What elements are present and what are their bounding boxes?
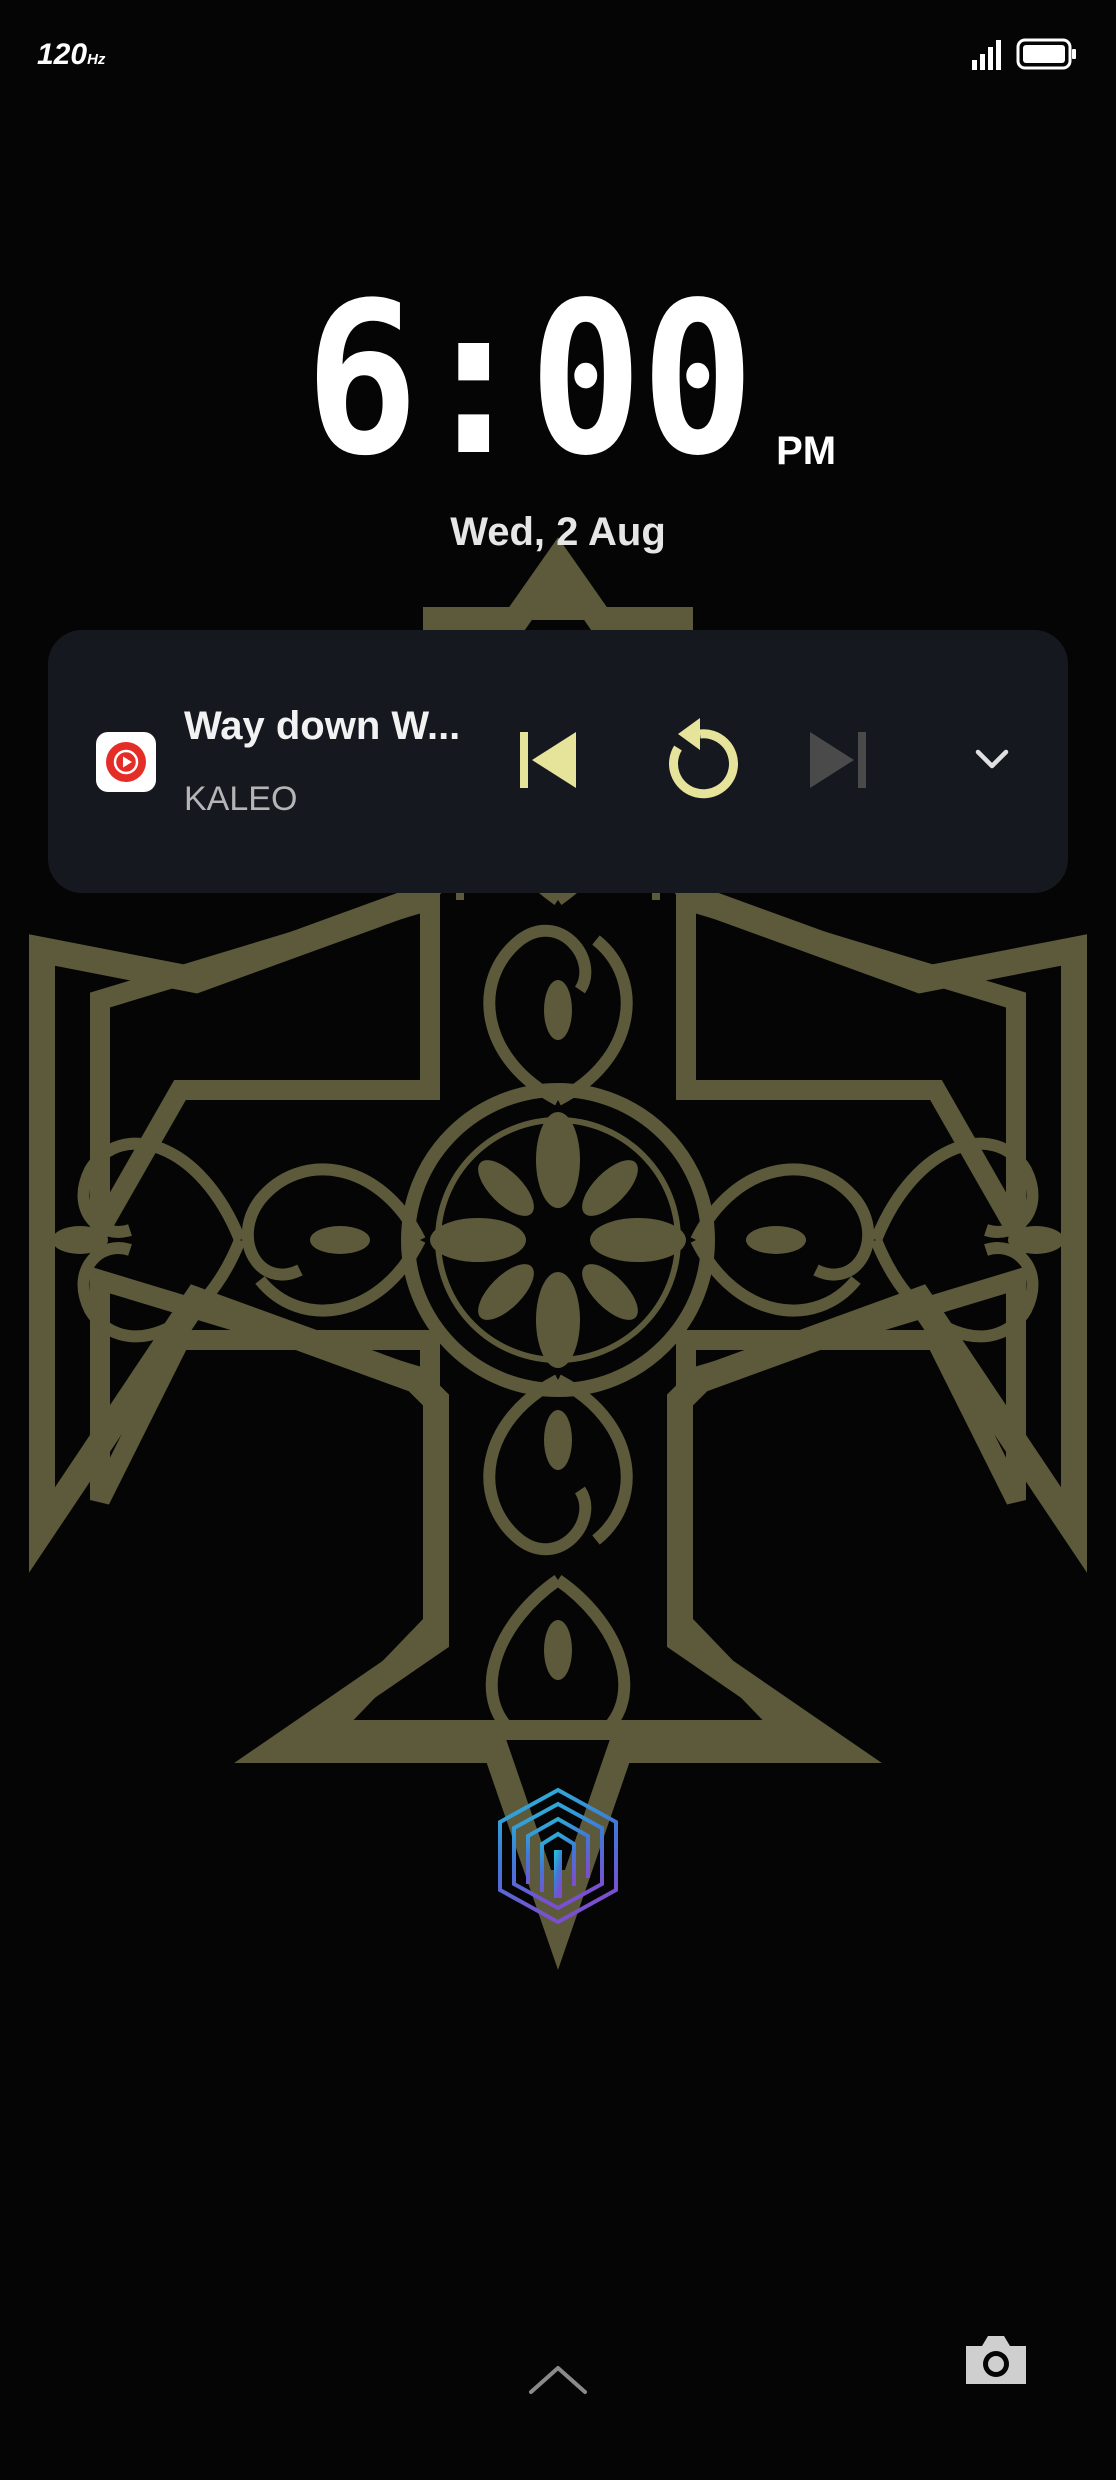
battery-icon <box>1016 38 1076 70</box>
camera-icon[interactable] <box>962 2332 1030 2388</box>
next-track-icon <box>810 732 866 788</box>
refresh-rate-indicator: 120Hz <box>37 38 105 72</box>
cellular-signal-icon <box>972 40 1001 70</box>
clock-time: 6:00 <box>304 257 755 502</box>
lock-screen-date: Wed, 2 Aug <box>450 510 666 554</box>
media-notification-card[interactable]: Way down W... KALEO <box>48 630 1068 893</box>
replay-button[interactable] <box>648 708 752 812</box>
refresh-rate-unit: Hz <box>87 51 106 68</box>
youtube-music-icon <box>96 732 156 792</box>
track-artist: KALEO <box>184 780 298 818</box>
chevron-down-icon <box>975 749 1009 769</box>
expand-button[interactable] <box>964 732 1020 788</box>
previous-track-icon <box>520 732 576 788</box>
replay-icon <box>669 718 738 799</box>
lock-screen-clock: 6:00 PM <box>0 257 1116 502</box>
refresh-rate-value: 120 <box>37 38 88 71</box>
fingerprint-icon[interactable] <box>494 1786 622 1926</box>
clock-ampm: PM <box>776 429 837 473</box>
chevron-up-icon[interactable] <box>528 2362 588 2396</box>
track-title: Way down W... <box>184 704 461 748</box>
status-bar: 120Hz <box>0 0 1116 110</box>
previous-track-button[interactable] <box>510 722 586 798</box>
next-track-button[interactable] <box>800 722 876 798</box>
